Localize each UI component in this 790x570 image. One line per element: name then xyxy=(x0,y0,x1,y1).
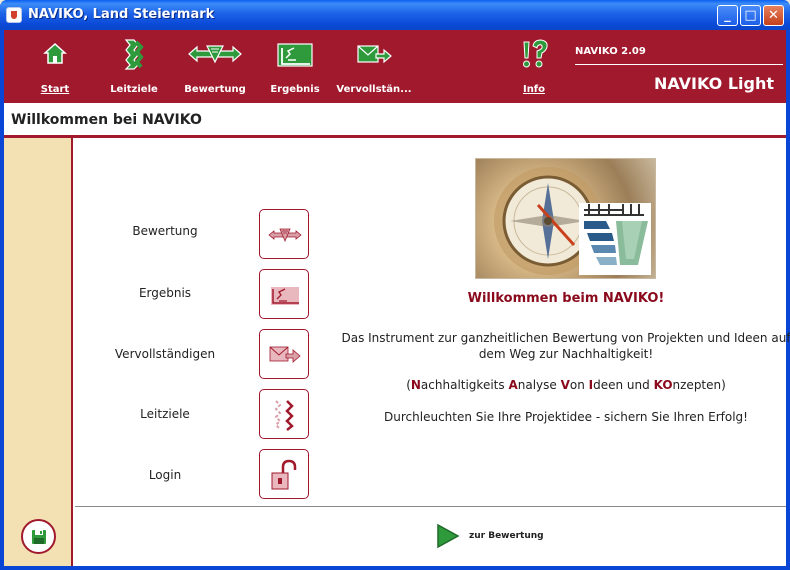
row-label-leitziele: Leitziele xyxy=(140,407,190,421)
toolbar-vervollstaendigen-button[interactable]: Vervollstän... xyxy=(334,36,414,98)
close-button[interactable]: ✕ xyxy=(763,5,784,26)
toolbar-ergebnis-button[interactable]: Ergebnis xyxy=(268,36,322,98)
floppy-disk-icon xyxy=(32,530,46,544)
ergebnis-button[interactable] xyxy=(259,269,309,319)
side-panel xyxy=(4,138,73,566)
title-bar[interactable]: NAVIKO, Land Steiermark _ □ ✕ xyxy=(0,0,790,30)
leitziele-button[interactable] xyxy=(259,389,309,439)
toolbar-leitziele-label: Leitziele xyxy=(110,84,158,95)
save-button[interactable] xyxy=(21,519,56,554)
toolbar-bewertung-button[interactable]: Bewertung xyxy=(182,36,248,98)
main-toolbar: Start Leitziele Bewertung Ergebnis Vervo… xyxy=(4,30,786,103)
toolbar-info-label: Info xyxy=(522,84,546,95)
toolbar-ergebnis-label: Ergebnis xyxy=(270,84,320,95)
row-label-ergebnis: Ergebnis xyxy=(138,286,192,300)
ergebnis-icon xyxy=(271,287,299,305)
page-title: Willkommen bei NAVIKO xyxy=(11,112,202,128)
next-step-label: zur Bewertung xyxy=(469,531,544,541)
footer-bar: zur Bewertung xyxy=(75,506,786,566)
description-text: Das Instrument zur ganzheitlichen Bewert… xyxy=(341,331,790,361)
version-label: NAVIKO 2.09 xyxy=(575,46,646,57)
login-button[interactable] xyxy=(259,449,309,499)
main-content: Bewertung Ergebnis Vervollständigen Leit… xyxy=(75,138,790,506)
maximize-button[interactable]: □ xyxy=(740,5,761,26)
page-heading-bar: Willkommen bei NAVIKO xyxy=(4,103,786,139)
acronym-text: (Nachhaltigkeits Analyse Von Ideen und K… xyxy=(406,378,726,392)
bewertung-icon xyxy=(268,228,302,243)
compass-image xyxy=(494,167,651,275)
row-label-bewertung: Bewertung xyxy=(132,224,198,238)
envelope-arrow-icon xyxy=(357,45,392,64)
window-title: NAVIKO, Land Steiermark xyxy=(28,7,215,22)
java-app-icon xyxy=(6,7,22,23)
slogan-text: Durchleuchten Sie Ihre Projektidee - sic… xyxy=(384,410,748,424)
leitziele-icon xyxy=(124,39,144,70)
bewertung-icon xyxy=(188,45,242,64)
leitziele-icon xyxy=(274,400,294,431)
compass-photo xyxy=(475,158,656,279)
version-divider xyxy=(575,64,783,65)
app-window: NAVIKO, Land Steiermark _ □ ✕ Start Leit… xyxy=(0,0,790,570)
client-area: Start Leitziele Bewertung Ergebnis Vervo… xyxy=(4,30,790,566)
vervollstaendigen-button[interactable] xyxy=(259,329,309,379)
envelope-arrow-icon xyxy=(269,346,301,363)
minimize-button[interactable]: _ xyxy=(717,5,738,26)
toolbar-vervollstaendigen-label: Vervollstän... xyxy=(336,84,412,95)
toolbar-bewertung-label: Bewertung xyxy=(184,84,246,95)
toolbar-leitziele-button[interactable]: Leitziele xyxy=(108,36,160,98)
toolbar-start-button[interactable]: Start xyxy=(34,36,76,98)
welcome-heading: Willkommen beim NAVIKO! xyxy=(467,291,665,306)
row-label-vervollstaendigen: Vervollständigen xyxy=(114,347,216,361)
play-arrow-icon xyxy=(437,523,460,549)
toolbar-info-button[interactable]: Info xyxy=(512,36,556,98)
info-icon xyxy=(523,39,548,68)
bewertung-button[interactable] xyxy=(259,209,309,259)
toolbar-start-label: Start xyxy=(40,84,70,95)
padlock-open-icon xyxy=(271,459,297,490)
house-icon xyxy=(43,42,67,64)
ergebnis-icon xyxy=(277,43,313,67)
product-name: NAVIKO Light xyxy=(653,74,774,93)
row-label-login: Login xyxy=(148,468,182,482)
